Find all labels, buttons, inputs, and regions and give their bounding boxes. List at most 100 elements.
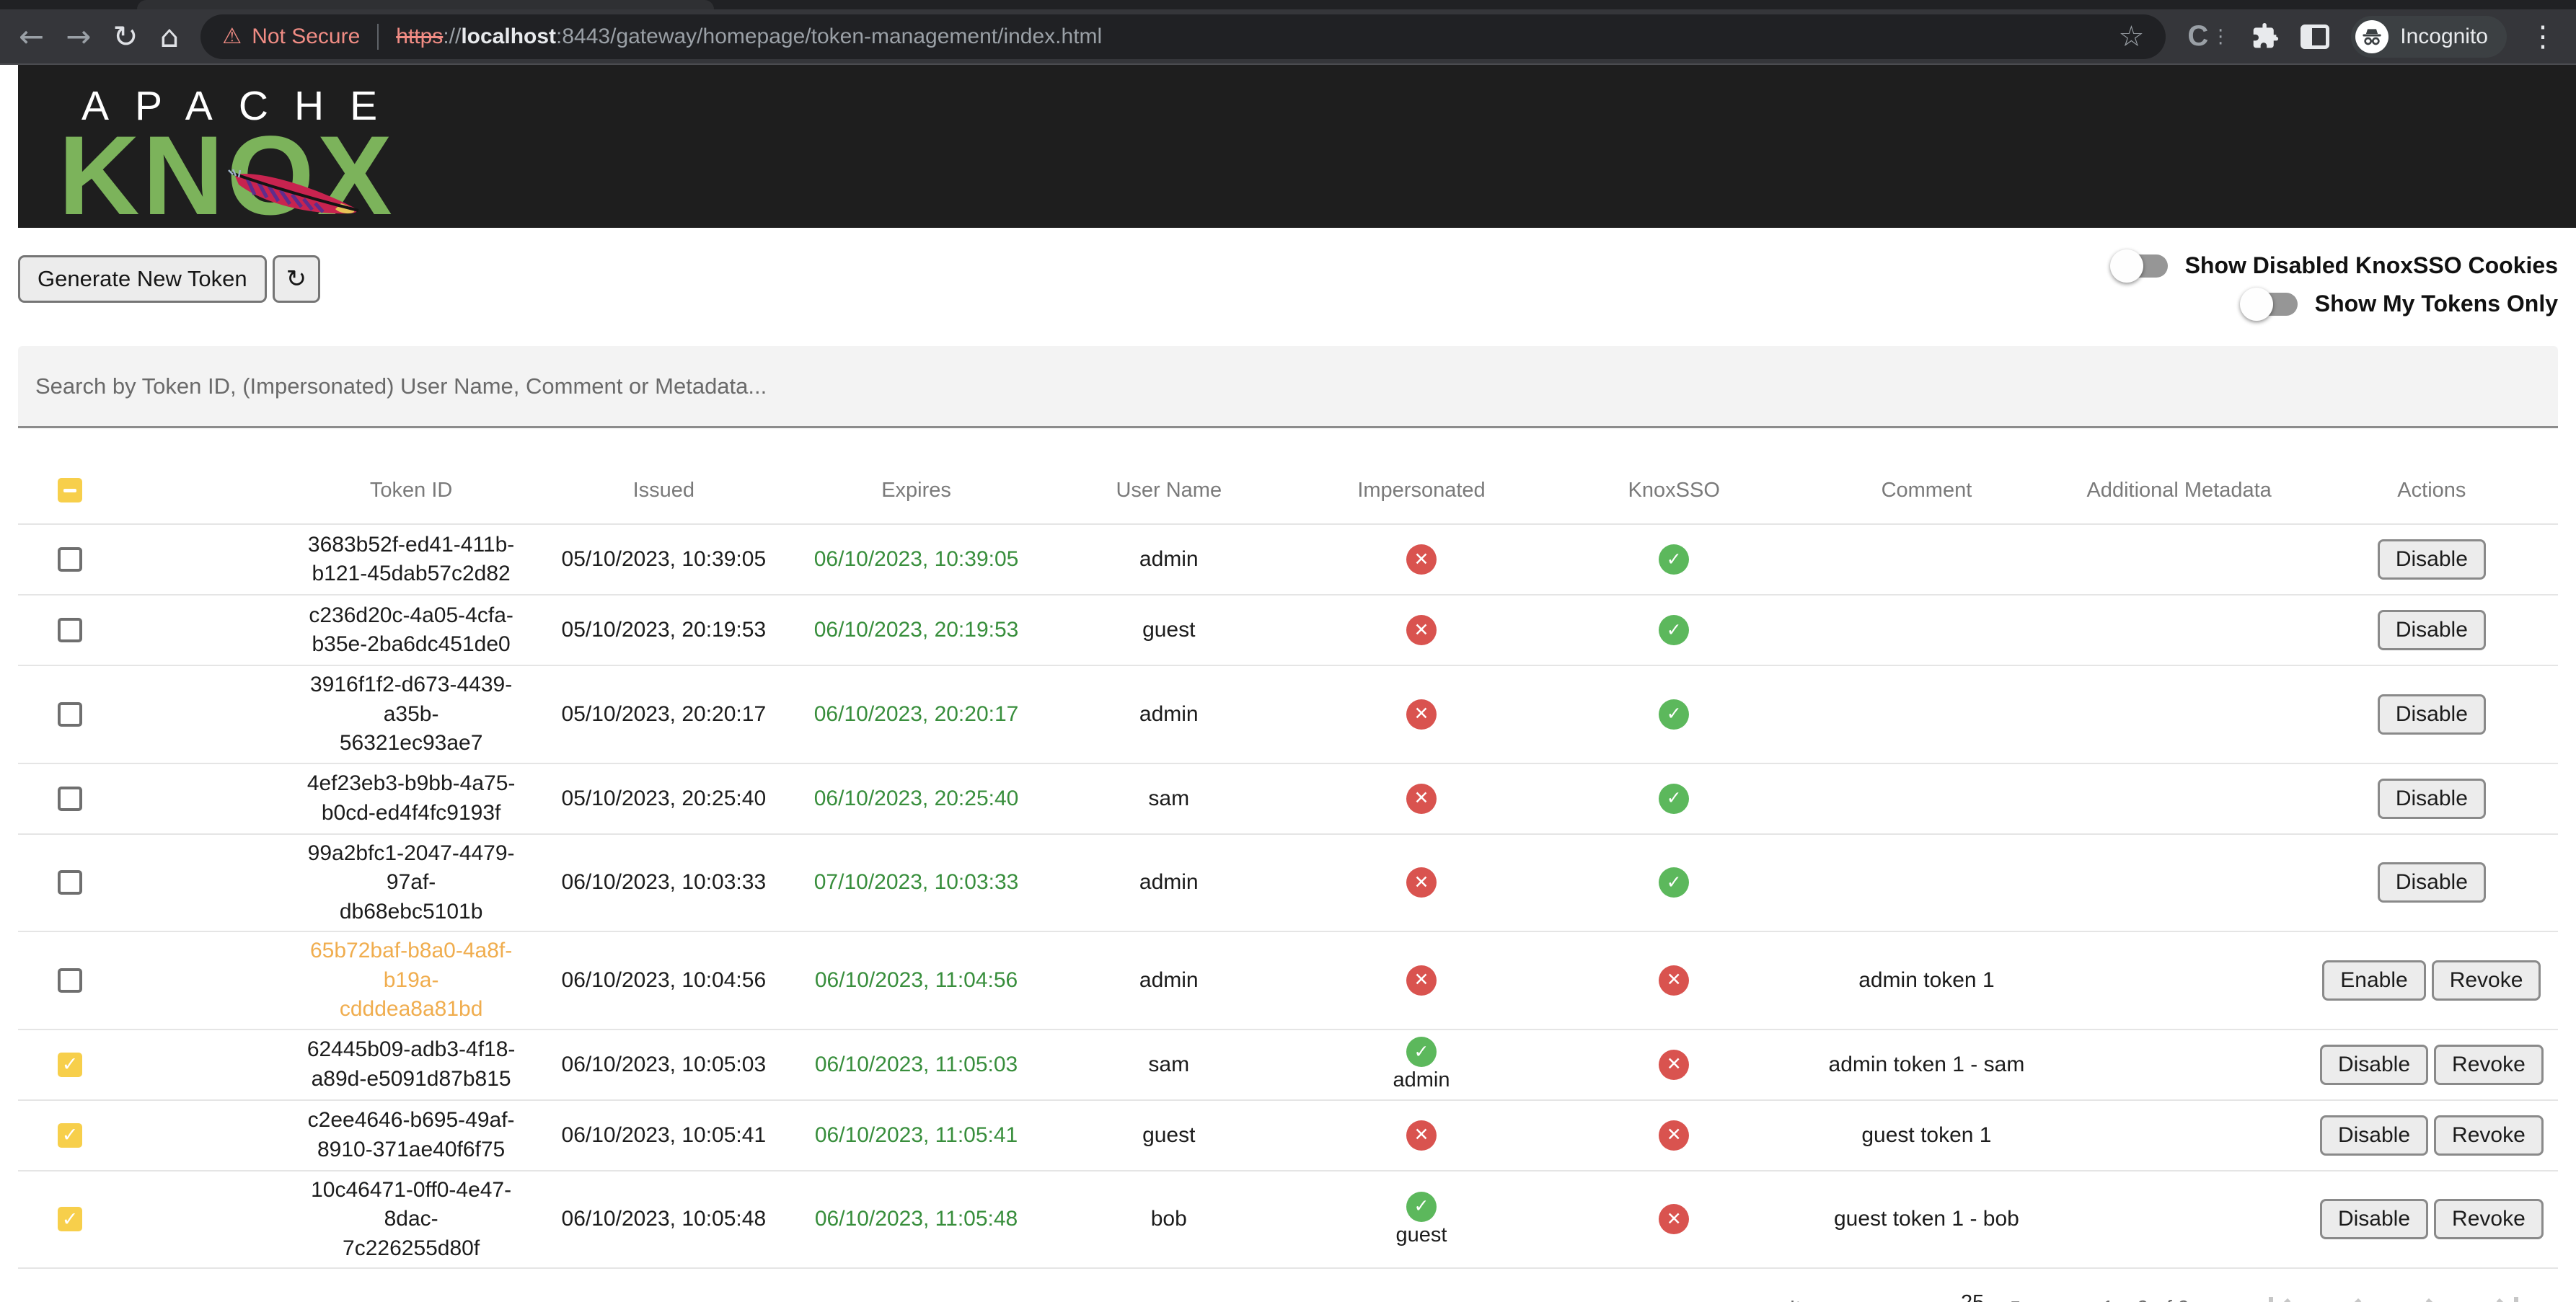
search-input[interactable] [18, 373, 2558, 399]
cancel-circle-icon: ✕ [1406, 615, 1437, 645]
bookmark-star-icon[interactable]: ☆ [2118, 20, 2144, 53]
impersonated-cell: ✕ [1295, 699, 1548, 730]
show-disabled-knoxsso-label: Show Disabled KnoxSSO Cookies [2185, 252, 2558, 279]
token-id-line: db68ebc5101b [289, 898, 533, 927]
extension-c-dots: ⋮ [2211, 25, 2230, 48]
browser-tab[interactable] [137, 0, 714, 9]
forward-icon[interactable]: → [66, 22, 91, 52]
url-text[interactable]: https://localhost:8443/gateway/homepage/… [396, 25, 1102, 49]
search-field [18, 346, 2558, 428]
row-checkbox[interactable]: ✓ [58, 1053, 82, 1077]
column-header-knoxsso: KnoxSSO [1548, 479, 1800, 502]
menu-kebab-icon[interactable]: ⋮ [2528, 20, 2557, 53]
actions-group: DisableRevoke [2320, 1045, 2544, 1085]
issued-cell: 06/10/2023, 10:05:03 [537, 1053, 790, 1077]
last-page-icon[interactable] [2492, 1297, 2518, 1302]
generate-group: Generate New Token ↻ [18, 255, 320, 303]
reload-icon[interactable]: ↻ [113, 22, 138, 52]
token-id-line: b121-45dab57c2d82 [289, 559, 533, 589]
issued-cell: 06/10/2023, 10:05:48 [537, 1207, 790, 1231]
show-disabled-knoxsso-toggle[interactable] [2113, 254, 2168, 278]
token-id-cell: 4ef23eb3-b9bb-4a75-b0cd-ed4f4fc9193f [285, 769, 537, 828]
user-name-cell: bob [1043, 1207, 1295, 1231]
first-page-icon[interactable] [2269, 1297, 2295, 1302]
items-per-page-select[interactable]: 25 ▼ [1957, 1291, 2026, 1302]
select-all-checkbox[interactable] [58, 478, 82, 502]
enable-token-button[interactable]: Enable [2322, 960, 2425, 1001]
token-id-cell: 10c46471-0ff0-4e47-8dac-7c226255d80f [285, 1176, 537, 1264]
disable-token-button[interactable]: Disable [2378, 694, 2486, 735]
impersonated-cell: ✕ [1295, 544, 1548, 575]
column-header-impersonated: Impersonated [1295, 479, 1548, 502]
home-icon[interactable]: ⌂ [160, 22, 180, 52]
row-checkbox-cell [18, 547, 285, 572]
check-circle-icon: ✓ [1659, 699, 1689, 730]
check-circle-icon: ✓ [1406, 1037, 1437, 1067]
row-checkbox[interactable] [58, 547, 82, 572]
row-checkbox[interactable] [58, 968, 82, 993]
incognito-badge[interactable]: Incognito [2351, 16, 2507, 58]
actions-cell: Disable [2306, 694, 2558, 735]
disable-token-button[interactable]: Disable [2378, 610, 2486, 650]
impersonated-as-user: admin [1393, 1068, 1450, 1092]
actions-cell: Disable [2306, 779, 2558, 819]
token-row: 4ef23eb3-b9bb-4a75-b0cd-ed4f4fc9193f05/1… [18, 763, 2558, 833]
row-checkbox[interactable] [58, 618, 82, 642]
actions-cell: Disable [2306, 610, 2558, 650]
disable-token-button[interactable]: Disable [2320, 1045, 2428, 1085]
revoke-token-button[interactable]: Revoke [2434, 1115, 2544, 1156]
disable-token-button[interactable]: Disable [2378, 862, 2486, 903]
row-checkbox[interactable] [58, 787, 82, 811]
impersonated-check-icon: ✓admin [1393, 1037, 1450, 1092]
back-icon[interactable]: ← [19, 22, 44, 52]
disable-token-button[interactable]: Disable [2378, 539, 2486, 580]
disable-token-button[interactable]: Disable [2320, 1115, 2428, 1156]
token-id-cell: 3916f1f2-d673-4439-a35b-56321ec93ae7 [285, 670, 537, 758]
token-id-cell: c236d20c-4a05-4cfa-b35e-2ba6dc451de0 [285, 601, 537, 660]
impersonated-cancel-icon: ✕ [1406, 965, 1437, 996]
row-checkbox[interactable] [58, 702, 82, 727]
revoke-token-button[interactable]: Revoke [2434, 1045, 2544, 1085]
disable-token-button[interactable]: Disable [2378, 779, 2486, 819]
revoke-token-button[interactable]: Revoke [2432, 960, 2541, 1001]
row-checkbox-cell [18, 702, 285, 727]
url-host: localhost [461, 25, 556, 48]
revoke-token-button[interactable]: Revoke [2434, 1199, 2544, 1239]
row-checkbox[interactable] [58, 870, 82, 895]
expires-cell: 06/10/2023, 20:20:17 [790, 702, 1042, 727]
token-row: c236d20c-4a05-4cfa-b35e-2ba6dc451de005/1… [18, 594, 2558, 665]
side-panel-icon[interactable] [2301, 25, 2329, 49]
token-id-line: c2ee4646-b695-49af- [289, 1106, 533, 1135]
impersonated-cancel-icon: ✕ [1406, 699, 1437, 730]
knoxsso-cell: ✓ [1548, 784, 1800, 814]
controls-row: Generate New Token ↻ Show Disabled KnoxS… [18, 252, 2558, 340]
url-bar[interactable]: ⚠ Not Secure https://localhost:8443/gate… [200, 14, 2166, 59]
token-id-line: c236d20c-4a05-4cfa- [289, 601, 533, 631]
extension-c-icon[interactable]: C⋮ [2187, 20, 2230, 53]
actions-group: DisableRevoke [2320, 1115, 2544, 1156]
user-name-cell: sam [1043, 1053, 1295, 1077]
actions-cell: Disable [2306, 862, 2558, 903]
row-checkbox[interactable]: ✓ [58, 1207, 82, 1231]
issued-cell: 05/10/2023, 10:39:05 [537, 547, 790, 572]
extensions-puzzle-icon[interactable] [2251, 23, 2279, 50]
show-my-tokens-toggle[interactable] [2243, 293, 2298, 316]
row-checkbox[interactable]: ✓ [58, 1123, 82, 1148]
check-circle-icon: ✓ [1659, 615, 1689, 645]
actions-cell: EnableRevoke [2306, 960, 2558, 1001]
impersonated-cell: ✕ [1295, 965, 1548, 996]
toggle-thumb [2110, 249, 2143, 283]
cancel-circle-icon: ✕ [1659, 1050, 1689, 1080]
column-header-token-id: Token ID [285, 479, 537, 502]
column-header-actions: Actions [2306, 479, 2558, 502]
expires-cell: 06/10/2023, 10:39:05 [790, 547, 1042, 572]
dropdown-arrow-icon: ▼ [2008, 1298, 2022, 1302]
knox-header-banner: APACHE KNOX [18, 65, 2576, 228]
check-circle-icon: ✓ [1406, 1192, 1437, 1222]
generate-new-token-button[interactable]: Generate New Token [18, 255, 267, 303]
refresh-tokens-button[interactable]: ↻ [273, 255, 321, 303]
show-my-tokens-label: Show My Tokens Only [2315, 291, 2558, 317]
cancel-circle-icon: ✕ [1406, 699, 1437, 730]
disable-token-button[interactable]: Disable [2320, 1199, 2428, 1239]
not-secure-label[interactable]: Not Secure [252, 25, 360, 49]
